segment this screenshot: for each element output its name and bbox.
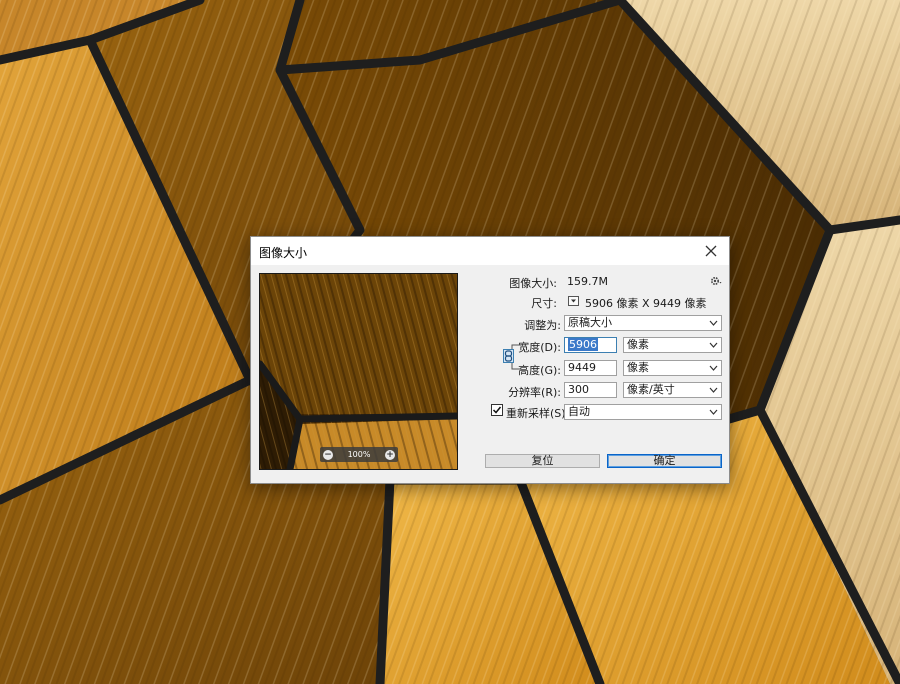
zoom-out-icon[interactable]: − (323, 449, 333, 460)
zoom-in-icon[interactable]: + (385, 449, 395, 460)
resample-value: 自动 (568, 405, 590, 418)
resolution-input[interactable]: 300 (564, 382, 617, 398)
width-unit-select[interactable]: 像素 (623, 337, 722, 353)
chevron-down-icon (709, 387, 718, 393)
zoom-level: 100% (347, 450, 371, 459)
dimensions-value: 5906 像素 X 9449 像素 (585, 297, 707, 310)
height-label: 高度(G): (518, 364, 561, 377)
height-unit-select[interactable]: 像素 (623, 360, 722, 376)
resample-select[interactable]: 自动 (564, 404, 722, 420)
height-unit-value: 像素 (627, 361, 649, 374)
width-label: 宽度(D): (518, 341, 561, 354)
height-value: 9449 (568, 361, 596, 374)
chevron-down-icon (709, 320, 718, 326)
preview-image (260, 274, 457, 469)
fit-to-label: 调整为: (524, 319, 561, 332)
dimensions-unit-dropdown[interactable] (568, 296, 579, 306)
image-preview[interactable]: − 100% + (259, 273, 458, 470)
reset-button[interactable]: 复位 (485, 454, 600, 468)
height-input[interactable]: 9449 (564, 360, 617, 376)
checkmark-icon (492, 406, 502, 414)
gear-icon[interactable] (710, 275, 722, 287)
chevron-down-icon (709, 342, 718, 348)
close-button[interactable] (699, 240, 723, 262)
image-size-dialog: 图像大小 − 100% + 图像大小: 159.7M 尺寸: 5906 像素 X… (250, 236, 730, 484)
width-unit-value: 像素 (627, 338, 649, 351)
width-value: 5906 (568, 338, 598, 351)
triangle-down-icon (571, 299, 576, 303)
dialog-title: 图像大小 (259, 246, 308, 260)
width-input[interactable]: 5906 (564, 337, 617, 353)
resolution-unit-select[interactable]: 像素/英寸 (623, 382, 722, 398)
image-size-value: 159.7M (567, 275, 608, 288)
ok-button[interactable]: 确定 (607, 454, 722, 468)
resample-label: 重新采样(S): (506, 407, 570, 420)
resolution-unit-value: 像素/英寸 (627, 383, 675, 396)
chevron-down-icon (709, 409, 718, 415)
close-icon (705, 245, 717, 257)
zoom-control: − 100% + (320, 447, 398, 462)
fit-to-select[interactable]: 原稿大小 (564, 315, 722, 331)
resample-checkbox[interactable] (491, 404, 503, 416)
resolution-value: 300 (568, 383, 589, 396)
resolution-label: 分辨率(R): (508, 386, 561, 399)
dialog-titlebar[interactable]: 图像大小 (251, 237, 729, 265)
image-size-label: 图像大小: (509, 277, 557, 290)
chevron-down-icon (709, 365, 718, 371)
fit-to-value: 原稿大小 (568, 316, 612, 329)
dimensions-label: 尺寸: (531, 297, 557, 310)
